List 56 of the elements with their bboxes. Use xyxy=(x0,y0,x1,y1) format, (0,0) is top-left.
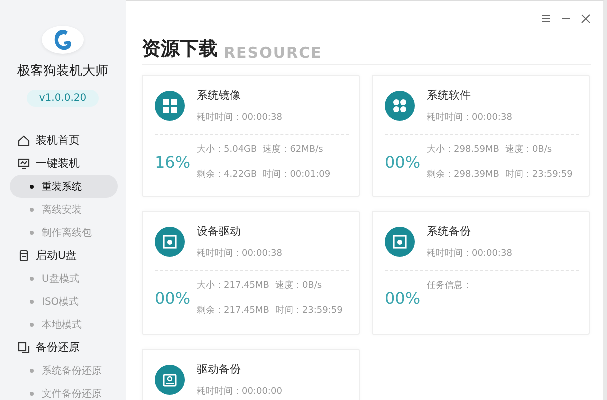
app-name: 极客狗装机大师 xyxy=(18,63,108,80)
gear-box-icon xyxy=(393,235,407,249)
gear-box-icon xyxy=(163,235,177,249)
elapsed-time: 耗时时间：00:00:00 xyxy=(197,386,282,398)
remaining-text: 剩余：298.39MB xyxy=(427,168,500,181)
size-text: 大小：217.45MB xyxy=(197,280,270,292)
speed-text: 速度：62MB/s xyxy=(263,144,324,156)
speed-text: 速度：0B/s xyxy=(505,144,554,156)
monitor-icon xyxy=(18,158,30,170)
nav-item[interactable]: U盘模式 xyxy=(10,267,118,290)
backdrop-text: RESOURCE xyxy=(224,44,322,62)
page-title: 资源下载 xyxy=(142,37,218,62)
time-text: 时间：23:59:59 xyxy=(275,304,343,317)
copy-icon xyxy=(18,342,30,354)
time-text: 时间：00:01:09 xyxy=(263,168,331,181)
size-text: 大小：298.59MB xyxy=(427,144,500,156)
nav-item[interactable]: 本地模式 xyxy=(10,313,118,336)
close-button[interactable] xyxy=(581,14,591,24)
speed-text: 速度：0B/s xyxy=(275,280,324,292)
card-title: 系统备份 xyxy=(427,224,472,239)
remaining-text: 剩余：217.45MB xyxy=(197,304,270,317)
drive-icon xyxy=(163,373,177,387)
nav-item[interactable]: ISO模式 xyxy=(10,290,118,313)
size-text: 大小：5.04GB xyxy=(197,144,258,156)
time-text: 时间：23:59:59 xyxy=(505,168,573,181)
nav-item[interactable]: 系统备份还原 xyxy=(10,359,118,382)
nav-item[interactable]: 制作离线包 xyxy=(10,221,118,244)
nav-item[interactable]: 文件备份还原 xyxy=(10,382,118,400)
nav-section[interactable]: 装机首页 xyxy=(0,129,126,152)
grid-window-icon xyxy=(163,99,177,113)
version-badge: v1.0.0.20 xyxy=(27,90,99,107)
nav-section[interactable]: 一键装机 xyxy=(0,152,126,175)
home-icon xyxy=(18,134,30,146)
card-title: 设备驱动 xyxy=(197,224,242,239)
elapsed-time: 耗时时间：00:00:38 xyxy=(427,112,512,124)
nav-item[interactable]: 离线安装 xyxy=(10,198,118,221)
close-icon xyxy=(581,14,591,24)
menu-button[interactable] xyxy=(541,14,551,24)
progress-percent: 16% xyxy=(155,152,189,172)
progress-percent: 00% xyxy=(385,289,419,308)
elapsed-time: 耗时时间：00:00:38 xyxy=(197,112,282,124)
nav-section[interactable]: 启动U盘 xyxy=(0,244,126,267)
nav-item[interactable]: 重装系统 xyxy=(10,175,118,198)
elapsed-time: 耗时时间：00:00:38 xyxy=(197,248,282,260)
elapsed-time: 耗时时间：00:00:38 xyxy=(427,248,512,260)
menu-icon xyxy=(541,14,551,24)
four-petal-icon xyxy=(393,99,407,113)
progress-percent: 00% xyxy=(155,288,189,308)
usb-drive-icon xyxy=(18,250,30,262)
card-title: 系统镜像 xyxy=(197,88,242,103)
remaining-text: 剩余：4.22GB xyxy=(197,168,258,181)
nav-section[interactable]: 备份还原 xyxy=(0,336,126,359)
task-info-text: 任务信息： xyxy=(427,280,472,292)
card-title: 系统软件 xyxy=(427,88,472,103)
card-title: 驱动备份 xyxy=(197,362,242,377)
progress-percent: 00% xyxy=(385,152,419,172)
